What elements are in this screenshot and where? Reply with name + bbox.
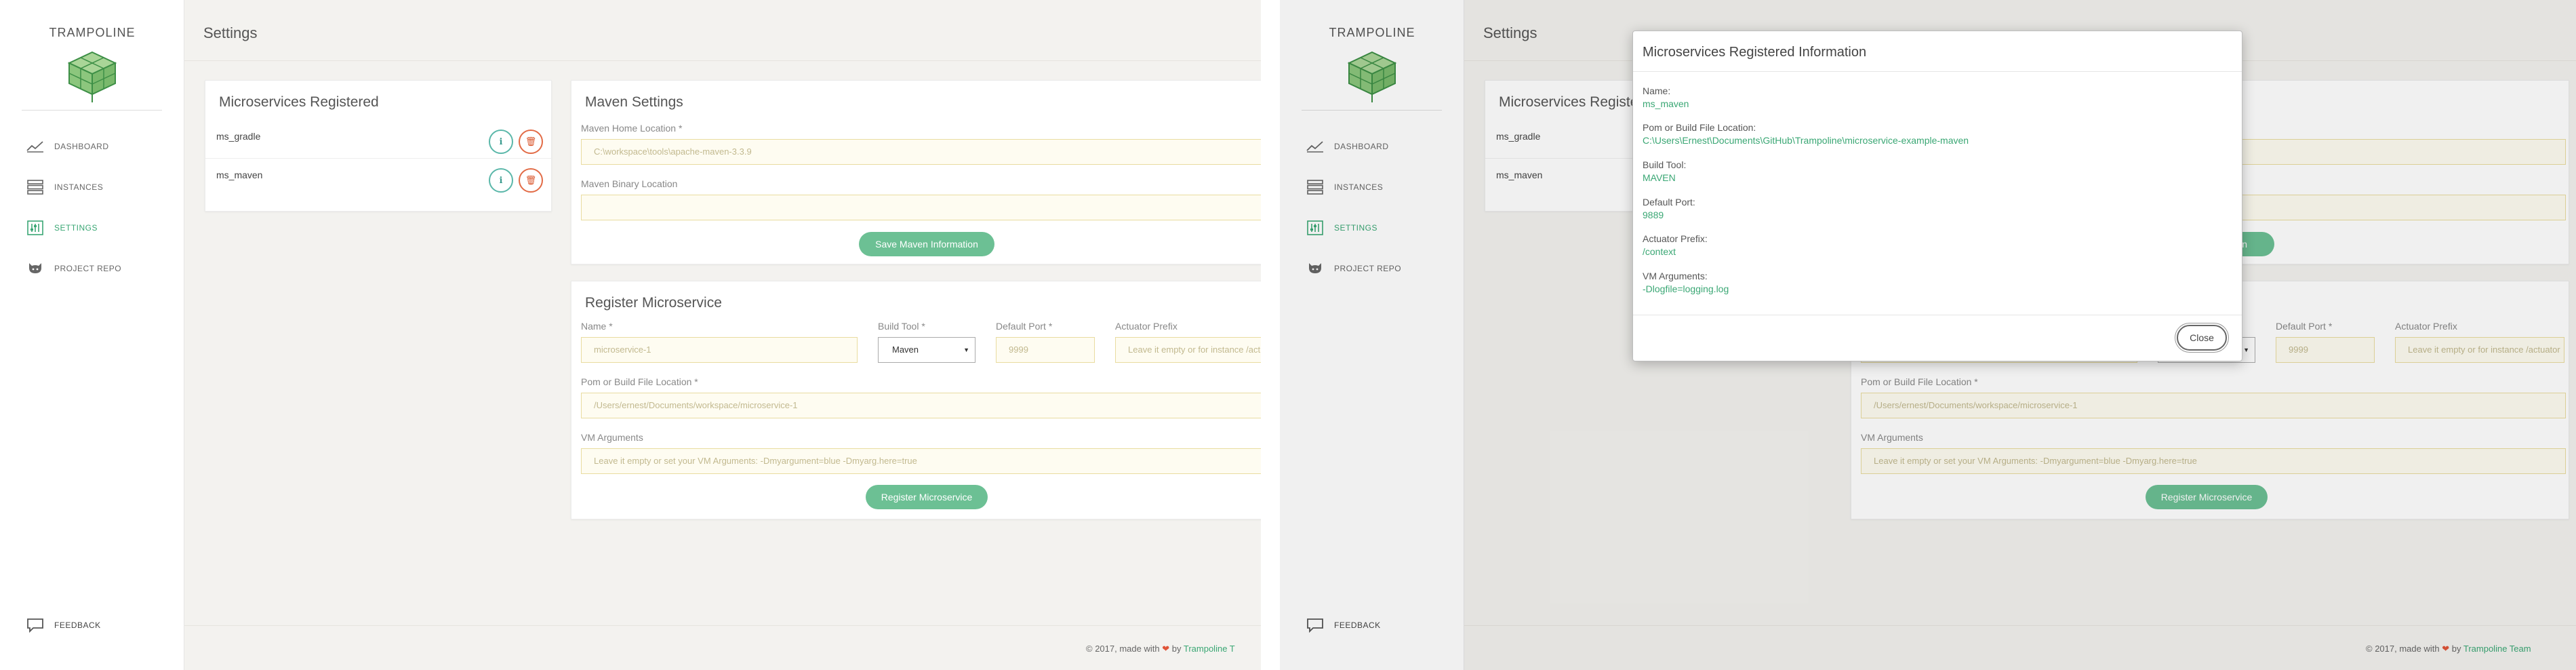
- maven-settings-card: Maven Settings Maven Home Location * C:\…: [571, 80, 1261, 264]
- actuator-prefix-input[interactable]: Leave it empty or for instance /actuator: [1115, 337, 1261, 363]
- field-label: Pom or Build File Location:: [1643, 122, 1756, 133]
- delete-button[interactable]: 🗑: [519, 168, 543, 193]
- nav-settings-label: SETTINGS: [54, 223, 98, 233]
- settings-icon: [26, 220, 45, 235]
- maven-home-input[interactable]: C:\workspace\tools\apache-maven-3.3.9: [581, 139, 1261, 165]
- vm-arguments-label: VM Arguments: [581, 432, 643, 443]
- nav-instances[interactable]: INSTANCES: [26, 177, 168, 197]
- field-value: ms_maven: [1643, 98, 1689, 109]
- settings-screen: TRAMPOLINE DASHBOARD INSTANCES SETTINGS …: [0, 0, 1261, 670]
- register-microservice-button[interactable]: Register Microservice: [866, 485, 988, 509]
- field-value: 9889: [1643, 210, 1664, 220]
- heart-icon: ❤: [1162, 644, 1170, 654]
- registered-card: Microservices Registered ms_gradle ℹ 🗑 m…: [205, 80, 552, 212]
- top-bar: Settings: [184, 19, 1261, 61]
- microservice-name: ms_gradle: [216, 131, 261, 142]
- footer-text: © 2017, made with ❤ by Trampoline T: [1086, 644, 1235, 654]
- register-title: Register Microservice: [585, 295, 722, 311]
- info-button[interactable]: ℹ: [489, 130, 513, 154]
- save-maven-button[interactable]: Save Maven Information: [859, 232, 994, 256]
- field-label: VM Arguments:: [1643, 271, 1708, 281]
- build-tool-select[interactable]: Maven ▼: [878, 337, 975, 363]
- team-link[interactable]: Trampoline T: [1184, 644, 1235, 654]
- name-label: Name *: [581, 321, 613, 332]
- nav-feedback-label: FEEDBACK: [54, 620, 101, 630]
- server-icon: [26, 180, 45, 195]
- pom-location-label: Pom or Build File Location *: [581, 376, 698, 387]
- maven-binary-input[interactable]: [581, 195, 1261, 220]
- nav-instances-label: INSTANCES: [54, 182, 104, 192]
- registered-title: Microservices Registered: [219, 94, 379, 110]
- name-input[interactable]: microservice-1: [581, 337, 858, 363]
- field-value: /context: [1643, 246, 1676, 257]
- chart-line-icon: [26, 139, 45, 154]
- feedback-icon: [26, 618, 45, 633]
- nav-dashboard[interactable]: DASHBOARD: [26, 136, 168, 157]
- field-value: MAVEN: [1643, 172, 1676, 183]
- microservice-name: ms_maven: [216, 170, 263, 180]
- page-title: Settings: [203, 24, 258, 41]
- sidebar: TRAMPOLINE DASHBOARD INSTANCES SETTINGS …: [0, 0, 184, 670]
- nav-project-repo[interactable]: PROJECT REPO: [26, 258, 168, 279]
- build-tool-label: Build Tool *: [878, 321, 925, 332]
- maven-settings-title: Maven Settings: [585, 94, 683, 110]
- field-label: Build Tool:: [1643, 159, 1687, 170]
- maven-home-label: Maven Home Location *: [581, 123, 683, 134]
- nav-settings[interactable]: SETTINGS: [26, 218, 168, 238]
- modal-footer: Close: [1633, 315, 2242, 362]
- default-port-input[interactable]: 9999: [996, 337, 1095, 363]
- actuator-prefix-label: Actuator Prefix: [1115, 321, 1178, 332]
- brand-name: TRAMPOLINE: [49, 26, 136, 39]
- info-button[interactable]: ℹ: [489, 168, 513, 193]
- nav-dashboard-label: DASHBOARD: [54, 142, 109, 151]
- list-item: ms_maven ℹ 🗑: [205, 158, 551, 196]
- microservice-info-modal: Microservices Registered Information Nam…: [1632, 31, 2242, 361]
- vm-arguments-input[interactable]: Leave it empty or set your VM Arguments:…: [581, 448, 1261, 474]
- chevron-down-icon: ▼: [963, 347, 969, 353]
- brand-divider: [22, 110, 162, 111]
- github-icon: [26, 261, 45, 276]
- field-label: Actuator Prefix:: [1643, 233, 1708, 244]
- modal-header: Microservices Registered Information: [1633, 31, 2242, 72]
- field-label: Default Port:: [1643, 197, 1695, 208]
- delete-button[interactable]: 🗑: [519, 130, 543, 154]
- pom-location-input[interactable]: /Users/ernest/Documents/workspace/micros…: [581, 393, 1261, 418]
- brand[interactable]: TRAMPOLINE: [0, 26, 184, 104]
- build-tool-value: Maven: [892, 344, 919, 355]
- nav-project-repo-label: PROJECT REPO: [54, 264, 122, 273]
- maven-binary-label: Maven Binary Location: [581, 178, 678, 189]
- list-item: ms_gradle ℹ 🗑: [205, 120, 551, 158]
- footer-by: by: [1171, 644, 1182, 654]
- close-button[interactable]: Close: [2177, 325, 2227, 351]
- field-value: C:\Users\Ernest\Documents\GitHub\Trampol…: [1643, 135, 1969, 146]
- footer-prefix: © 2017, made with: [1086, 644, 1160, 654]
- field-value: -Dlogfile=logging.log: [1643, 283, 1729, 294]
- modal-title: Microservices Registered Information: [1643, 45, 1867, 60]
- register-card: Register Microservice Name * microservic…: [571, 281, 1261, 519]
- trampoline-logo-icon: [67, 51, 117, 102]
- field-label: Name:: [1643, 85, 1671, 96]
- nav-feedback[interactable]: FEEDBACK: [26, 615, 168, 635]
- default-port-label: Default Port *: [996, 321, 1053, 332]
- footer: © 2017, made with ❤ by Trampoline T: [184, 625, 1261, 670]
- settings-screen-with-modal: TRAMPOLINE DASHBOARD INSTANCES SETTINGS …: [1280, 0, 2576, 670]
